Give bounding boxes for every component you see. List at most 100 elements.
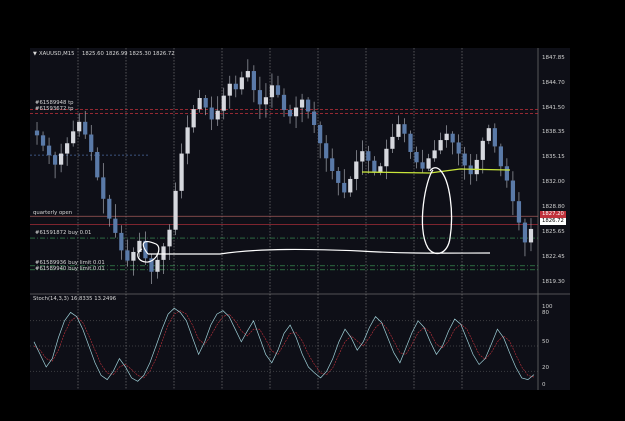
price-tick: 1828.80	[542, 204, 565, 210]
candle-body	[221, 95, 226, 111]
stoch-tick: 20	[542, 365, 549, 371]
candle-body	[299, 99, 305, 108]
symbol-label: XAUUSD,M15	[39, 51, 75, 57]
candle-body	[197, 98, 202, 110]
chart-window[interactable]: ▼ XAUUSD,M15 1825.60 1826.99 1825.30 182…	[30, 48, 570, 390]
candle-body	[179, 153, 184, 191]
candle-body	[384, 148, 389, 167]
candle-body	[131, 251, 136, 261]
candle-body	[432, 150, 437, 159]
stoch-tick: 0	[542, 382, 546, 388]
candle-body	[83, 121, 88, 135]
candle-body	[438, 140, 443, 151]
price-tick: 1825.65	[542, 229, 565, 235]
candle-body	[498, 146, 503, 167]
buy-limit-label-2[interactable]: #61589940 buy limit 0.01	[35, 266, 105, 272]
candle-body	[46, 145, 52, 156]
candle-body	[263, 97, 269, 105]
candle-body	[59, 153, 64, 165]
buy-order-label[interactable]: #61591872 buy 0.01	[35, 230, 91, 236]
candle-body	[293, 107, 299, 117]
candle-body	[324, 143, 329, 159]
price-plot[interactable]	[30, 48, 570, 390]
candle-body	[113, 218, 118, 233]
candle-body	[396, 124, 401, 137]
candle-body	[215, 110, 220, 120]
candle-body	[155, 259, 160, 272]
candle-body	[354, 161, 359, 179]
price-tick: 1822.45	[542, 254, 565, 260]
candle-body	[52, 155, 58, 165]
quarterly-open-label: quarterly open	[33, 210, 73, 216]
candle-body	[275, 85, 281, 95]
chart-menu-icon[interactable]: ▼	[33, 51, 37, 57]
annotation-yellow-line	[361, 168, 511, 174]
candle-body	[360, 151, 365, 162]
candle-body	[167, 229, 172, 247]
stoch-tick: 50	[542, 339, 549, 345]
candle-body	[456, 142, 461, 154]
candle-body	[173, 190, 178, 230]
candle-body	[504, 166, 509, 181]
candle-body	[40, 135, 46, 146]
candle-body	[101, 177, 106, 199]
candle-body	[107, 198, 112, 219]
candle-body	[450, 133, 455, 143]
candle-body	[522, 222, 528, 243]
price-tick: 1832.00	[542, 179, 565, 185]
candle-body	[420, 162, 425, 169]
candle-body	[89, 134, 94, 152]
candle-body	[269, 85, 275, 98]
candle-body	[251, 71, 256, 91]
current-price-tag: 1826.72	[540, 218, 566, 225]
candle-body	[348, 178, 353, 193]
candle-body	[474, 159, 479, 175]
candle-body	[227, 83, 232, 96]
candle-body	[480, 140, 485, 160]
candle-body	[119, 232, 124, 251]
candle-body	[281, 94, 287, 110]
candle-body	[336, 171, 341, 183]
candle-body	[366, 151, 371, 161]
candle-body	[161, 246, 166, 260]
candle-body	[414, 151, 419, 163]
candle-body	[390, 136, 395, 149]
stoch-header: Stoch(14,3,3) 16.8335 13.2496	[33, 296, 117, 302]
candle-body	[444, 133, 449, 141]
candle-body	[239, 77, 244, 90]
bid-price-tag: 1827.20	[540, 211, 566, 218]
candle-body	[516, 201, 522, 223]
ohlc-label: 1825.60 1826.99 1825.30 1826.72	[82, 51, 175, 57]
candle-body	[287, 109, 293, 117]
candle-body	[486, 128, 491, 141]
candle-body	[95, 151, 100, 178]
candle-body	[203, 98, 208, 108]
candle-body	[312, 111, 317, 125]
candle-body	[402, 124, 407, 134]
tp-label-2[interactable]: #61593672 tp	[35, 106, 74, 112]
price-tick: 1835.15	[542, 154, 565, 160]
stoch-tick: 80	[542, 310, 549, 316]
annotation-oval	[421, 167, 453, 255]
candle-body	[510, 180, 516, 202]
price-tick: 1819.30	[542, 279, 565, 285]
candle-body	[528, 228, 534, 243]
candle-body	[34, 130, 40, 136]
candle-body	[245, 71, 250, 78]
candle-body	[77, 121, 82, 132]
candle-body	[305, 99, 311, 112]
candle-body	[191, 109, 196, 128]
candle-body	[492, 128, 497, 147]
candle-body	[342, 182, 347, 193]
candle-body	[408, 133, 413, 152]
candle-body	[318, 124, 323, 144]
price-tick: 1844.70	[542, 80, 565, 86]
candle-body	[462, 153, 467, 166]
candle-body	[209, 107, 214, 120]
candle-body	[330, 158, 335, 172]
candle-body	[71, 131, 76, 144]
candle-body	[233, 83, 238, 90]
candle-body	[426, 158, 431, 169]
price-tick: 1838.35	[542, 129, 565, 135]
price-tick: 1841.50	[542, 105, 565, 111]
